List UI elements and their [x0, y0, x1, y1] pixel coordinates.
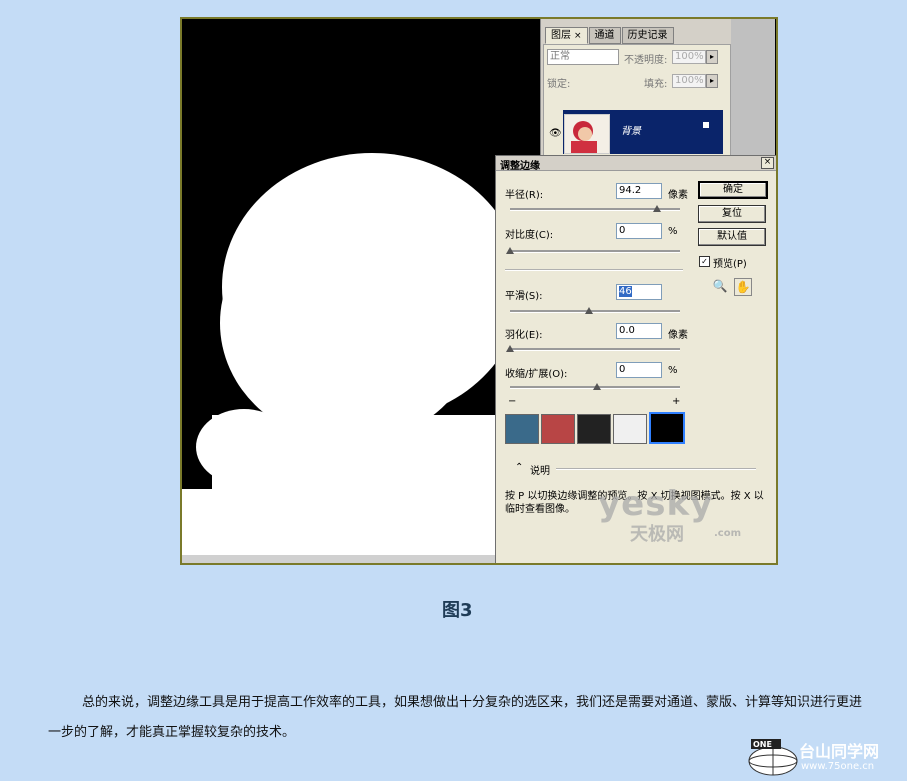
radius-unit: 像素: [668, 190, 688, 201]
panel-tabs: 图层 × 通道 历史记录: [545, 27, 675, 44]
smooth-input[interactable]: 46: [616, 284, 662, 300]
fill-label: 填充:: [644, 79, 668, 90]
fill-input[interactable]: 100%: [672, 74, 706, 88]
tab-channels[interactable]: 通道: [588, 27, 621, 44]
globe-logo-icon: ONE: [748, 739, 798, 776]
lock-label: 锁定:: [547, 79, 571, 90]
logo-badge: ONE: [753, 740, 772, 749]
contract-label: 收缩/扩展(O):: [505, 369, 568, 380]
opacity-label: 不透明度:: [624, 55, 668, 66]
on-white-view-icon[interactable]: [613, 414, 647, 444]
screenshot-figure: 图层 × 通道 历史记录 正常 不透明度: 100% ▸ 锁定: 填充: 100%…: [180, 17, 778, 565]
fill-arrow-icon[interactable]: ▸: [706, 74, 718, 88]
dialog-title-bar: 调整边缘 ×: [496, 156, 776, 172]
radius-label: 半径(R):: [505, 190, 544, 201]
dialog-title: 调整边缘: [500, 161, 540, 172]
watermark-com: .com: [714, 528, 742, 539]
mask-view-icon[interactable]: [649, 412, 685, 444]
divider: [505, 269, 683, 271]
layer-name: 背景: [621, 126, 641, 137]
contrast-unit: %: [668, 226, 678, 237]
lock-icon: [703, 122, 709, 128]
chevron-up-icon[interactable]: ⌃: [515, 462, 523, 473]
radius-slider-thumb[interactable]: [653, 205, 661, 212]
layers-panel: 图层 × 通道 历史记录 正常 不透明度: 100% ▸ 锁定: 填充: 100%…: [540, 19, 775, 159]
contract-slider-thumb[interactable]: [593, 383, 601, 390]
on-black-view-icon[interactable]: [577, 414, 611, 444]
tab-close-icon[interactable]: ×: [574, 31, 582, 41]
watermark-sub: 天极网: [630, 524, 684, 545]
reset-button[interactable]: 复位: [698, 205, 766, 223]
feather-unit: 像素: [668, 330, 688, 341]
contrast-slider-thumb[interactable]: [506, 247, 514, 254]
eye-icon[interactable]: 👁: [549, 128, 562, 139]
ok-button[interactable]: 确定: [698, 181, 768, 199]
preview-checkbox[interactable]: ✓: [699, 256, 710, 267]
zoom-icon[interactable]: 🔍: [712, 278, 728, 294]
minus-icon: −: [508, 396, 517, 407]
figure-caption: 图3: [442, 600, 473, 621]
feather-input[interactable]: 0.0: [616, 323, 662, 339]
feather-slider-thumb[interactable]: [506, 345, 514, 352]
hand-icon[interactable]: ✋: [734, 278, 752, 296]
opacity-input[interactable]: 100%: [672, 50, 706, 64]
contract-input[interactable]: 0: [616, 362, 662, 378]
refine-edge-dialog: 调整边缘 × 半径(R): 94.2 像素 对比度(C): 0 % 平滑(S):…: [495, 155, 776, 563]
site-url: www.75one.cn: [801, 761, 875, 772]
standard-view-icon[interactable]: [505, 414, 539, 444]
quickmask-view-icon[interactable]: [541, 414, 575, 444]
smooth-label: 平滑(S):: [505, 291, 543, 302]
site-name: 台山同学网: [799, 742, 880, 761]
preview-label: 预览(P): [713, 259, 747, 270]
tab-layers[interactable]: 图层 ×: [545, 27, 588, 44]
contrast-slider[interactable]: [510, 250, 680, 253]
watermark-main: yesky: [598, 484, 714, 524]
tab-history[interactable]: 历史记录: [621, 27, 674, 44]
description-toggle[interactable]: 说明: [530, 462, 550, 477]
close-icon[interactable]: ×: [761, 157, 774, 169]
default-button[interactable]: 默认值: [698, 228, 766, 246]
layer-thumbnail: [564, 114, 610, 154]
radius-input[interactable]: 94.2: [616, 183, 662, 199]
site-logo[interactable]: ONE 台山同学网 www.75one.cn: [743, 737, 903, 777]
smooth-slider[interactable]: [510, 310, 680, 313]
panel-scroll-gutter: [731, 19, 775, 159]
opacity-arrow-icon[interactable]: ▸: [706, 50, 718, 64]
feather-slider[interactable]: [510, 348, 680, 351]
description-divider: [556, 468, 756, 470]
plus-icon: +: [672, 396, 681, 407]
contrast-label: 对比度(C):: [505, 230, 554, 241]
smooth-slider-thumb[interactable]: [585, 307, 593, 314]
blend-mode-select[interactable]: 正常: [547, 49, 619, 65]
layer-row-background[interactable]: 👁 背景: [549, 110, 723, 154]
contract-unit: %: [668, 365, 678, 376]
feather-label: 羽化(E):: [505, 330, 543, 341]
contrast-input[interactable]: 0: [616, 223, 662, 239]
